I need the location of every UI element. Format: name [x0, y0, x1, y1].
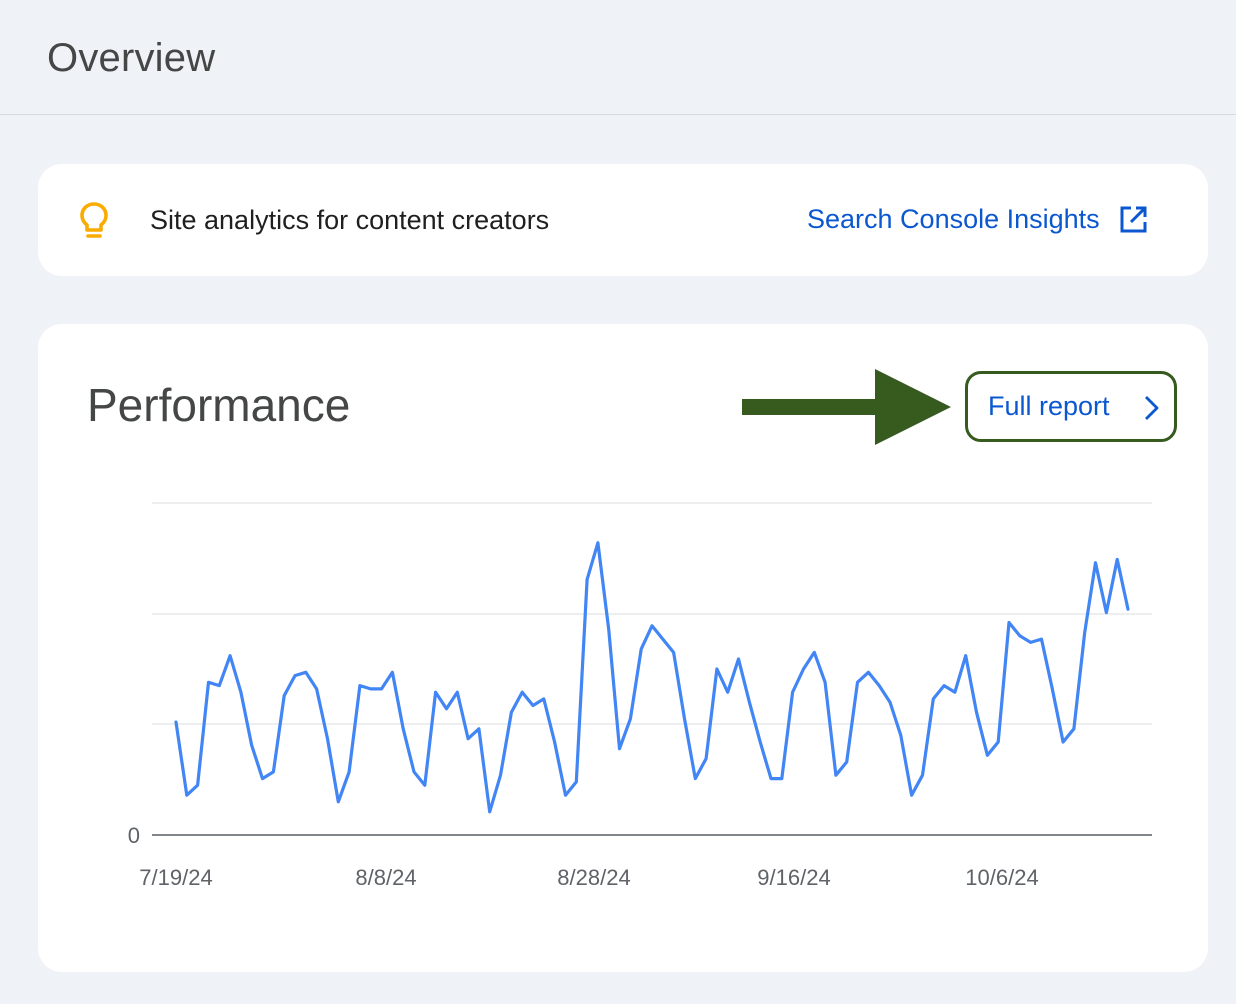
performance-title: Performance: [87, 379, 351, 431]
page-header: Overview: [0, 0, 1236, 115]
lightbulb-icon: [80, 202, 108, 238]
open-in-new-icon: [1120, 206, 1147, 232]
insights-description: Site analytics for content creators: [150, 205, 550, 235]
full-report-label: Full report: [988, 391, 1110, 421]
annotation-arrow-icon: [742, 369, 951, 445]
search-console-insights-link[interactable]: Search Console Insights: [807, 204, 1148, 235]
search-console-insights-label: Search Console Insights: [807, 204, 1100, 234]
page-title: Overview: [47, 36, 216, 80]
chevron-right-icon: [1145, 396, 1159, 420]
full-report-button[interactable]: Full report: [965, 371, 1177, 442]
